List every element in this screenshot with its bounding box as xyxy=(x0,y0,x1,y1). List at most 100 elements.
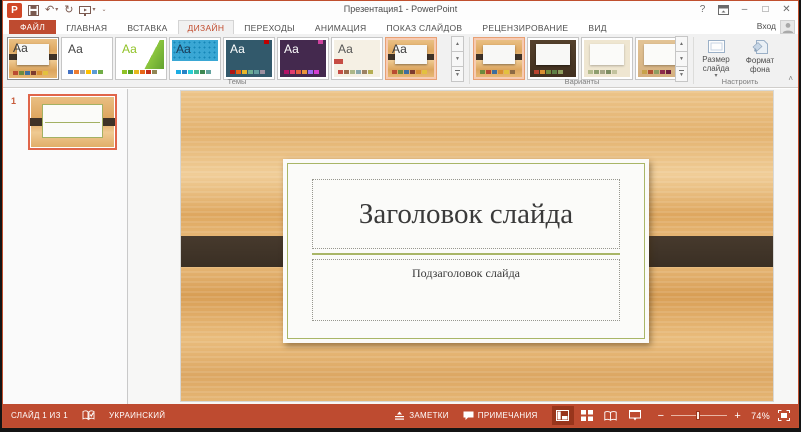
theme-aa-sample: Аа xyxy=(68,42,83,56)
variant-thumbnail-variant-dark-wood[interactable] xyxy=(527,37,579,80)
color-swatches xyxy=(480,70,515,74)
variant-thumbnail-variant-cream[interactable] xyxy=(581,37,633,80)
help-button[interactable]: ? xyxy=(695,2,710,17)
ribbon-tabs: ГЛАВНАЯВСТАВКАДИЗАЙНПЕРЕХОДЫАНИМАЦИЯПОКА… xyxy=(56,20,617,34)
variants-group-label: Варианты xyxy=(473,77,691,86)
slide-sorter-view-button[interactable] xyxy=(576,406,598,425)
variants-gallery-scroll: ▲ ▼ ▼ xyxy=(675,37,688,82)
slide-editor[interactable]: Заголовок слайда Подзаголовок слайда xyxy=(181,91,773,401)
theme-preview-ion: Аа xyxy=(226,40,272,77)
window-title: Презентация1 - PowerPoint xyxy=(3,4,798,14)
comments-icon xyxy=(463,411,474,421)
minimize-button[interactable]: – xyxy=(737,2,752,17)
color-swatches xyxy=(284,70,319,74)
comments-button[interactable]: ПРИМЕЧАНИЯ xyxy=(463,411,538,421)
slide-thumbnail-card xyxy=(42,104,103,137)
variant-preview-variant-dark-wood xyxy=(530,40,576,77)
color-swatches xyxy=(13,71,48,75)
theme-thumbnail-office[interactable]: Аа xyxy=(61,37,113,80)
zoom-slider[interactable] xyxy=(671,415,727,416)
slide-sorter-icon xyxy=(581,410,593,421)
title-bar: P ↶ ▾ ↻ ▾ xyxy=(3,1,798,20)
slideshow-view-icon xyxy=(629,410,641,421)
ribbon-display-options-button[interactable] xyxy=(716,2,731,17)
theme-preview-wood-gallery: Аа xyxy=(388,40,434,77)
divider-line xyxy=(312,253,620,255)
variants-scroll-down-button[interactable]: ▼ xyxy=(675,51,688,67)
slide-counter-label: СЛАЙД 1 ИЗ 1 xyxy=(11,411,68,420)
color-swatches xyxy=(68,70,103,74)
maximize-button[interactable]: □ xyxy=(758,2,773,17)
color-swatches xyxy=(642,70,671,74)
group-separator xyxy=(469,37,470,84)
color-swatches xyxy=(338,70,373,74)
variants-gallery xyxy=(473,37,687,80)
language-button[interactable]: УКРАИНСКИЙ xyxy=(109,411,165,420)
theme-thumbnail-ion-boardroom[interactable]: Аа xyxy=(277,37,329,80)
tab-review[interactable]: РЕЦЕНЗИРОВАНИЕ xyxy=(472,20,578,34)
color-swatches xyxy=(392,70,427,74)
theme-thumbnail-wood-current[interactable]: Аа xyxy=(7,37,59,80)
sign-in-link[interactable]: Вход xyxy=(757,21,776,31)
theme-thumbnail-wood-gallery[interactable]: Аа xyxy=(385,37,437,80)
theme-aa-sample: Аа xyxy=(176,42,191,56)
normal-view-button[interactable] xyxy=(552,406,574,425)
slide-card: Заголовок слайда Подзаголовок слайда xyxy=(283,159,649,343)
theme-aa-sample: Аа xyxy=(230,42,245,56)
zoom-slider-thumb[interactable] xyxy=(696,411,700,420)
notes-button[interactable]: ЗАМЕТКИ xyxy=(394,411,449,421)
format-background-label: Формат фона xyxy=(741,56,779,74)
zoom-out-button[interactable]: − xyxy=(658,411,665,421)
theme-thumbnail-integral[interactable]: Аа xyxy=(169,37,221,80)
variant-thumbnail-variant-light-wood[interactable] xyxy=(473,37,525,80)
close-button[interactable]: ✕ xyxy=(779,2,794,17)
theme-aa-sample: Аа xyxy=(13,41,28,55)
themes-scroll-up-button[interactable]: ▲ xyxy=(451,36,464,52)
subtitle-placeholder[interactable]: Подзаголовок слайда xyxy=(312,259,620,321)
group-separator xyxy=(693,37,694,84)
customize-group: Размер слайда ▾ Формат фона Настроить xyxy=(695,34,785,87)
window-controls: ? – □ ✕ xyxy=(695,2,794,17)
tab-file[interactable]: ФАЙЛ xyxy=(9,20,56,34)
workspace: 1 Заголовок слайда Подзаголовок слайда xyxy=(3,89,798,404)
theme-aa-sample: Аа xyxy=(122,42,137,56)
tab-transitions[interactable]: ПЕРЕХОДЫ xyxy=(234,20,305,34)
theme-thumbnail-organic[interactable]: Аа xyxy=(331,37,383,80)
slide-canvas: Заголовок слайда Подзаголовок слайда xyxy=(129,89,798,404)
notes-icon xyxy=(394,411,405,421)
themes-group: АаАаАаАаАаАаАаАа ▲ ▼ ▼ Темы xyxy=(7,34,467,87)
slideshow-view-button[interactable] xyxy=(624,406,646,425)
zoom-in-button[interactable]: + xyxy=(734,411,741,421)
spellcheck-icon xyxy=(82,410,95,421)
avatar[interactable] xyxy=(780,20,795,34)
spellcheck-button[interactable] xyxy=(82,410,95,421)
ribbon-tab-row: ФАЙЛ ГЛАВНАЯВСТАВКАДИЗАЙНПЕРЕХОДЫАНИМАЦИ… xyxy=(3,20,798,34)
slide-thumbnail[interactable] xyxy=(28,94,117,150)
slide-size-icon xyxy=(708,40,725,53)
theme-aa-sample: Аа xyxy=(338,42,353,56)
status-bar: СЛАЙД 1 ИЗ 1 УКРАИНСКИЙ ЗАМЕТКИ xyxy=(3,404,798,427)
theme-thumbnail-facet[interactable]: Аа xyxy=(115,37,167,80)
themes-scroll-down-button[interactable]: ▼ xyxy=(451,51,464,67)
tab-home[interactable]: ГЛАВНАЯ xyxy=(56,20,117,34)
reading-view-button[interactable] xyxy=(600,406,622,425)
variants-scroll-up-button[interactable]: ▲ xyxy=(675,36,688,52)
theme-preview-office: Аа xyxy=(64,40,110,77)
tab-animations[interactable]: АНИМАЦИЯ xyxy=(305,20,377,34)
title-placeholder[interactable]: Заголовок слайда xyxy=(312,179,620,249)
collapse-ribbon-button[interactable]: ˄ xyxy=(788,74,793,83)
theme-aa-sample: Аа xyxy=(392,42,407,56)
fit-to-window-icon xyxy=(778,410,790,421)
zoom-control: − + xyxy=(658,411,741,421)
themes-gallery: Аа Аа Аа Аа Аа Аа Аа Аа xyxy=(7,37,437,80)
slide-size-label: Размер слайда xyxy=(697,55,735,73)
fit-slide-to-window-button[interactable] xyxy=(778,410,790,421)
tab-insert[interactable]: ВСТАВКА xyxy=(117,20,177,34)
theme-preview-ion-boardroom: Аа xyxy=(280,40,326,77)
tab-view[interactable]: ВИД xyxy=(578,20,616,34)
tab-slideshow[interactable]: ПОКАЗ СЛАЙДОВ xyxy=(377,20,473,34)
tab-design[interactable]: ДИЗАЙН xyxy=(178,20,235,34)
theme-thumbnail-ion[interactable]: Аа xyxy=(223,37,275,80)
color-swatches xyxy=(588,70,617,74)
zoom-percentage[interactable]: 74% xyxy=(751,411,770,421)
